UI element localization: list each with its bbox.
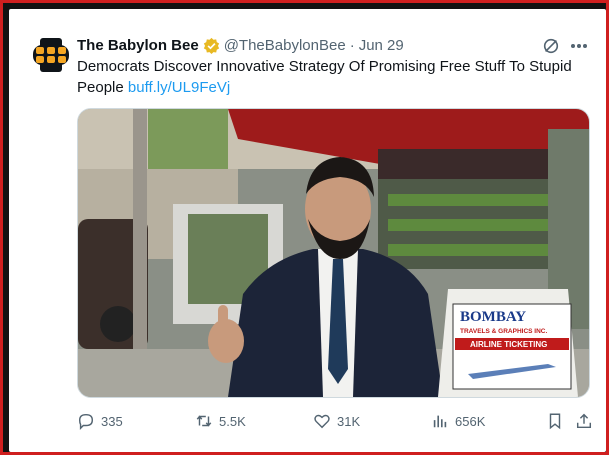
screenshot-frame: The Babylon Bee @TheBabylonBee · Jun 29 … — [0, 0, 609, 455]
media-image: BOMBAY TRAVELS & GRAPHICS INC. AIRLINE T… — [78, 109, 589, 397]
tweet-text: Democrats Discover Innovative Strategy O… — [77, 56, 587, 98]
grok-icon[interactable] — [542, 37, 560, 55]
repost-button[interactable]: 5.5K — [195, 409, 246, 433]
repost-count: 5.5K — [219, 413, 246, 429]
share-icon — [576, 413, 592, 429]
bookmark-button[interactable] — [546, 409, 570, 433]
tweet-card: The Babylon Bee @TheBabylonBee · Jun 29 … — [9, 9, 606, 452]
header-separator: · — [349, 36, 355, 54]
tweet-header: The Babylon Bee @TheBabylonBee · Jun 29 — [77, 33, 586, 57]
tweet-date[interactable]: Jun 29 — [359, 37, 404, 54]
repost-icon — [196, 415, 212, 427]
babylon-bee-logo-icon[interactable] — [31, 35, 71, 75]
share-button[interactable] — [575, 409, 599, 433]
views-button[interactable]: 656K — [431, 409, 485, 433]
reply-icon — [78, 413, 94, 430]
more-icon[interactable] — [570, 43, 588, 49]
tweet-media[interactable]: BOMBAY TRAVELS & GRAPHICS INC. AIRLINE T… — [77, 108, 590, 398]
like-button[interactable]: 31K — [313, 409, 360, 433]
sign-brand: BOMBAY — [460, 309, 526, 325]
views-icon — [433, 415, 447, 428]
like-count: 31K — [337, 413, 361, 429]
tweet-link[interactable]: buff.ly/UL9FeVj — [128, 79, 230, 96]
author-name[interactable]: The Babylon Bee — [77, 37, 199, 54]
reply-count: 335 — [101, 413, 123, 429]
author-handle[interactable]: @TheBabylonBee — [224, 37, 346, 54]
verified-badge-icon — [203, 37, 219, 54]
sign-service: AIRLINE TICKETING — [470, 340, 547, 349]
like-icon — [314, 414, 330, 429]
views-count: 656K — [455, 413, 486, 429]
reply-button[interactable]: 335 — [77, 409, 123, 433]
action-bar: 335 5.5K 31K 656K — [77, 409, 592, 433]
sign-subtitle: TRAVELS & GRAPHICS INC. — [460, 328, 547, 335]
bookmark-icon — [549, 413, 561, 430]
